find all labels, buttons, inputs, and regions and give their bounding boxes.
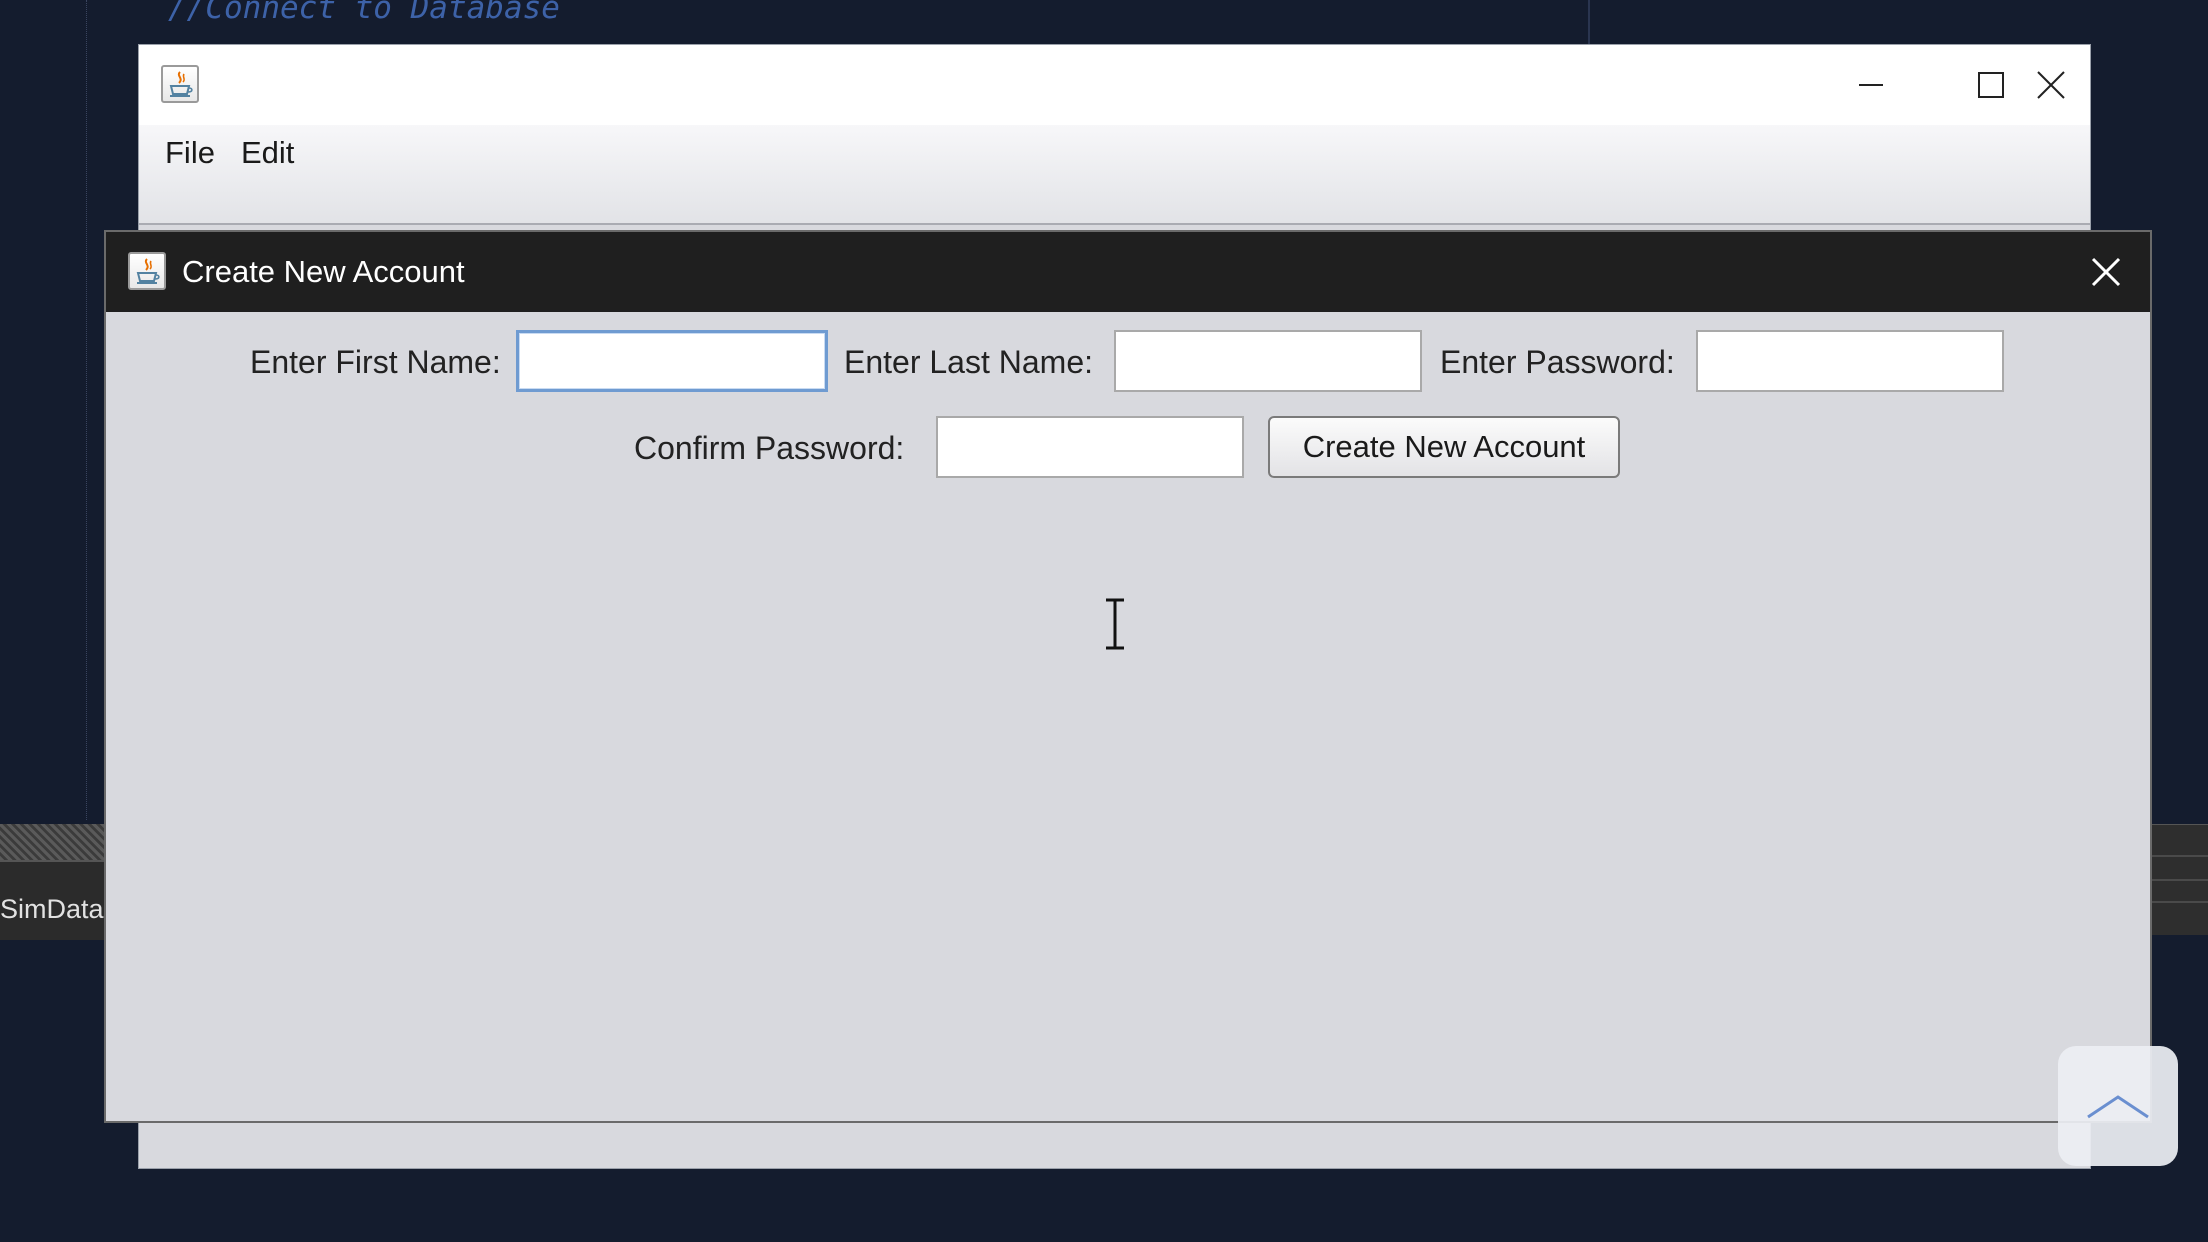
splitter-handle-left[interactable] xyxy=(0,824,104,860)
first-name-field[interactable] xyxy=(516,330,828,392)
minimize-icon xyxy=(1859,84,1883,86)
menu-edit[interactable]: Edit xyxy=(241,135,294,171)
close-icon xyxy=(2091,257,2121,287)
scroll-to-top-button[interactable] xyxy=(2058,1046,2178,1166)
code-comment: //Connect to Database xyxy=(168,0,560,26)
main-title-bar[interactable] xyxy=(139,45,2090,125)
editor-gutter-line xyxy=(86,0,87,820)
first-name-label: Enter First Name: xyxy=(250,344,501,380)
java-coffee-cup-icon xyxy=(161,65,199,103)
last-name-field[interactable] xyxy=(1114,330,1422,392)
menu-file[interactable]: File xyxy=(165,135,215,171)
bottom-panel-right xyxy=(2150,824,2208,935)
maximize-icon xyxy=(1978,72,2004,98)
password-field[interactable] xyxy=(1696,330,2004,392)
minimize-button[interactable] xyxy=(1811,45,1931,125)
java-coffee-cup-icon xyxy=(128,252,166,290)
dialog-title-bar[interactable]: Create New Account xyxy=(106,232,2150,312)
i-beam-cursor-icon xyxy=(1106,598,1124,650)
bottom-tab-simdata[interactable]: SimData xyxy=(0,894,104,925)
last-name-label: Enter Last Name: xyxy=(844,344,1093,380)
maximize-button[interactable] xyxy=(1931,45,2051,125)
dialog-title: Create New Account xyxy=(182,254,465,289)
editor-margin-line xyxy=(1588,0,1590,46)
close-icon xyxy=(2037,71,2065,99)
window-close-button[interactable] xyxy=(2037,45,2091,125)
menu-bar: File Edit xyxy=(139,125,2090,225)
confirm-password-field[interactable] xyxy=(936,416,1244,478)
dialog-close-button[interactable] xyxy=(2076,242,2136,302)
create-account-dialog: Create New Account Enter First Name: Ent… xyxy=(104,230,2152,1123)
create-new-account-button[interactable]: Create New Account xyxy=(1268,416,1620,478)
password-label: Enter Password: xyxy=(1440,344,1675,380)
confirm-password-label: Confirm Password: xyxy=(634,430,905,466)
chevron-up-icon xyxy=(2087,1095,2149,1119)
